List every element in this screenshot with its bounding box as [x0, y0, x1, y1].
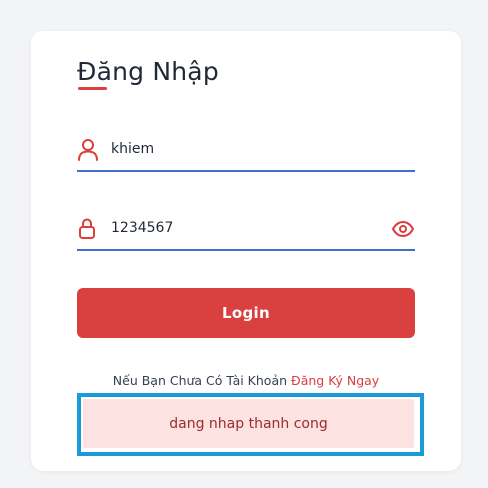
alert-message: dang nhap thanh cong: [169, 415, 328, 432]
password-input[interactable]: [111, 215, 371, 241]
login-button[interactable]: Login: [77, 288, 415, 338]
eye-icon[interactable]: [391, 219, 415, 239]
register-prompt-text: Nếu Bạn Chưa Có Tài Khoản: [112, 373, 288, 388]
username-input[interactable]: [111, 136, 371, 162]
alert-highlight: dang nhap thanh cong: [77, 393, 424, 456]
password-field[interactable]: [77, 213, 415, 251]
register-link[interactable]: Đăng Ký Ngay: [291, 373, 379, 388]
username-field[interactable]: [77, 134, 415, 172]
register-prompt: Nếu Bạn Chưa Có Tài Khoản Đăng Ký Ngay: [31, 373, 461, 388]
user-icon: [77, 138, 99, 162]
title-underline: [78, 87, 107, 90]
lock-icon: [77, 217, 99, 241]
page-title: Đăng Nhập: [77, 57, 219, 86]
success-alert: dang nhap thanh cong: [83, 399, 414, 448]
